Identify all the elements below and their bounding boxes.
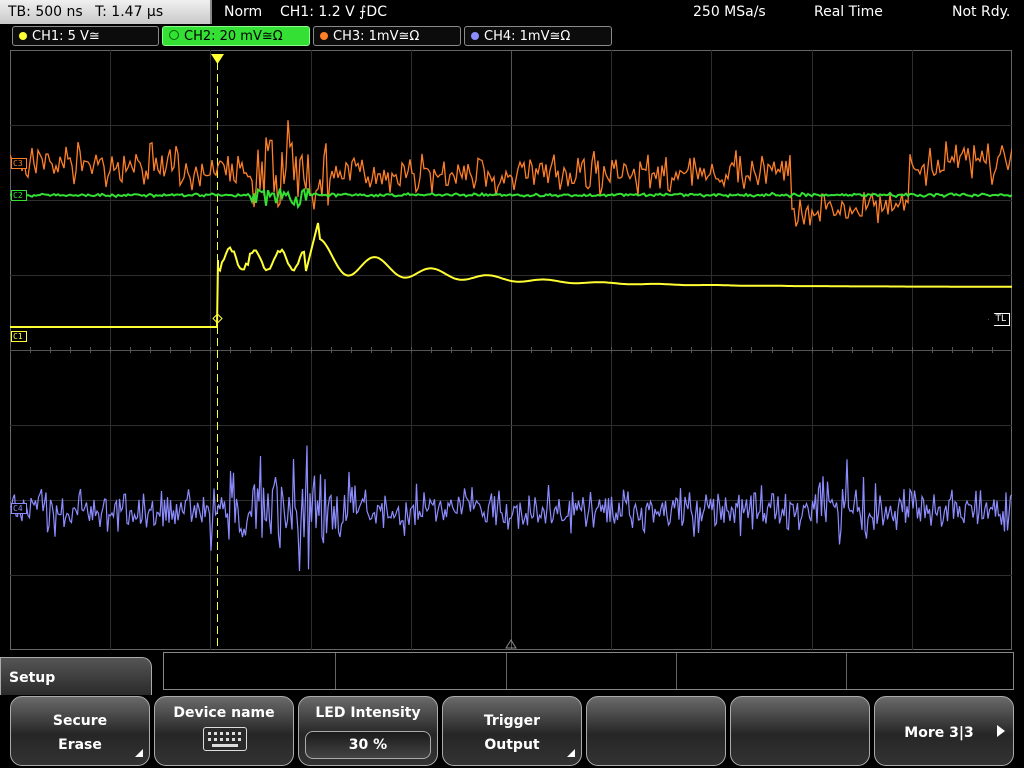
ch4-dot-icon xyxy=(471,32,479,40)
acquisition-state: Not Rdy. xyxy=(952,4,1011,20)
menu-title-tab: Setup xyxy=(0,657,152,695)
ch4-offset-marker[interactable]: C4 xyxy=(11,503,27,514)
secure-erase-button[interactable]: Secure Erase xyxy=(10,696,150,766)
ch2-label: CH2: 20 mV≅Ω xyxy=(184,29,283,44)
trigger-output-button[interactable]: Trigger Output xyxy=(442,696,582,766)
channel-tab-ch1[interactable]: CH1: 5 V≅ xyxy=(12,26,159,46)
ch2-dot-icon xyxy=(169,30,179,40)
channel-tab-ch3[interactable]: CH3: 1mV≅Ω xyxy=(313,26,461,46)
ch3-label: CH3: 1mV≅Ω xyxy=(333,29,420,44)
ch3-dot-icon xyxy=(320,32,328,40)
sample-rate: 250 MSa/s xyxy=(693,4,766,20)
channel-tabs: CH1: 5 V≅ CH2: 20 mV≅Ω CH3: 1mV≅Ω CH4: 1… xyxy=(0,26,1024,48)
channel-tab-ch2[interactable]: CH2: 20 mV≅Ω xyxy=(162,26,310,46)
arrow-right-icon xyxy=(997,725,1005,737)
trigger-mode[interactable]: Norm xyxy=(224,0,262,24)
trigger-time-value: T: 1.47 µs xyxy=(95,4,164,20)
acquisition-mode: Real Time xyxy=(814,4,883,20)
info-strip xyxy=(163,652,1014,690)
ch2-offset-marker[interactable]: C2 xyxy=(11,190,27,201)
graticule xyxy=(10,50,1012,650)
timebase-box[interactable]: TB: 500 ns T: 1.47 µs xyxy=(0,0,212,24)
secure-erase-line2: Erase xyxy=(58,737,102,753)
channel-tab-ch4[interactable]: CH4: 1mV≅Ω xyxy=(464,26,612,46)
ch1-dot-icon xyxy=(19,32,27,40)
led-intensity-button[interactable]: LED Intensity 30 % xyxy=(298,696,438,766)
ch1-offset-marker[interactable]: C1 xyxy=(11,331,27,342)
more-button[interactable]: More 3|3 xyxy=(874,696,1014,766)
waveform-canvas[interactable] xyxy=(10,50,1012,650)
ch3-offset-marker[interactable]: C3 xyxy=(11,158,27,169)
trigger-output-line1: Trigger xyxy=(483,713,541,729)
trigger-output-line2: Output xyxy=(484,737,540,753)
submenu-corner-icon xyxy=(567,749,575,757)
device-name-button[interactable]: Device name xyxy=(154,696,294,766)
timebase-value: TB: 500 ns xyxy=(8,4,83,20)
softkey-empty-5[interactable] xyxy=(586,696,726,766)
secure-erase-line1: Secure xyxy=(52,713,108,729)
waveform-display[interactable]: C3 C2 C1 C4 TL xyxy=(10,50,1012,650)
trigger-position-icon[interactable] xyxy=(211,54,224,64)
ch1-label: CH1: 5 V≅ xyxy=(32,29,100,44)
status-bar: TB: 500 ns T: 1.47 µs Norm CH1: 1.2 V ⨍D… xyxy=(0,0,1024,24)
softkey-empty-6[interactable] xyxy=(730,696,870,766)
led-intensity-label: LED Intensity xyxy=(315,705,421,721)
device-name-label: Device name xyxy=(173,705,275,721)
submenu-corner-icon xyxy=(135,749,143,757)
keyboard-icon xyxy=(203,727,247,751)
ch4-label: CH4: 1mV≅Ω xyxy=(484,29,571,44)
trigger-source[interactable]: CH1: 1.2 V ⨍DC xyxy=(280,0,387,24)
led-intensity-value[interactable]: 30 % xyxy=(305,731,431,759)
more-label: More 3|3 xyxy=(904,725,974,741)
